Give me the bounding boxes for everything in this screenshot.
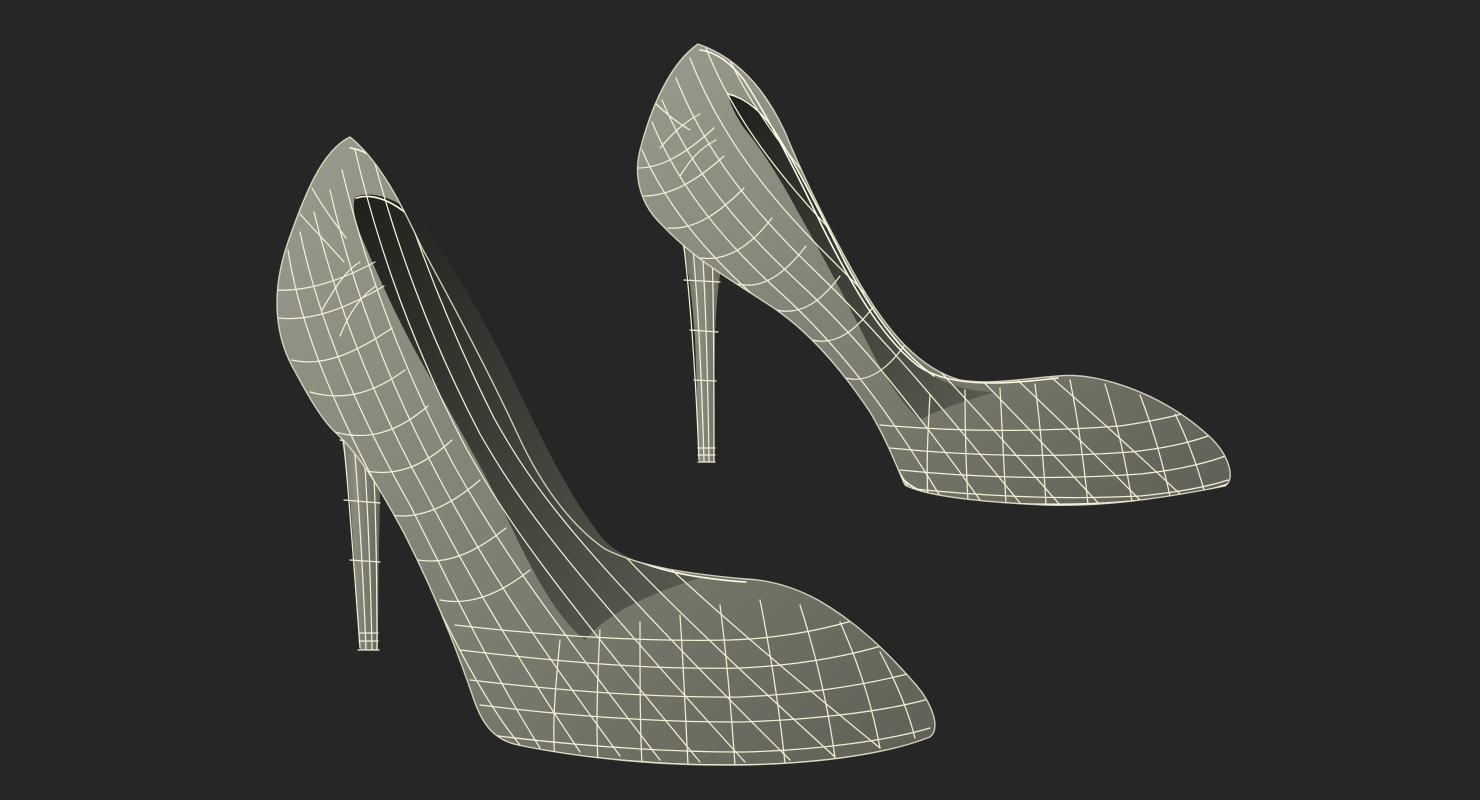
3d-viewport	[0, 0, 1480, 800]
wireframe-render	[276, 43, 1231, 766]
right-shoe-model	[636, 43, 1231, 506]
left-shoe-model	[276, 136, 936, 766]
